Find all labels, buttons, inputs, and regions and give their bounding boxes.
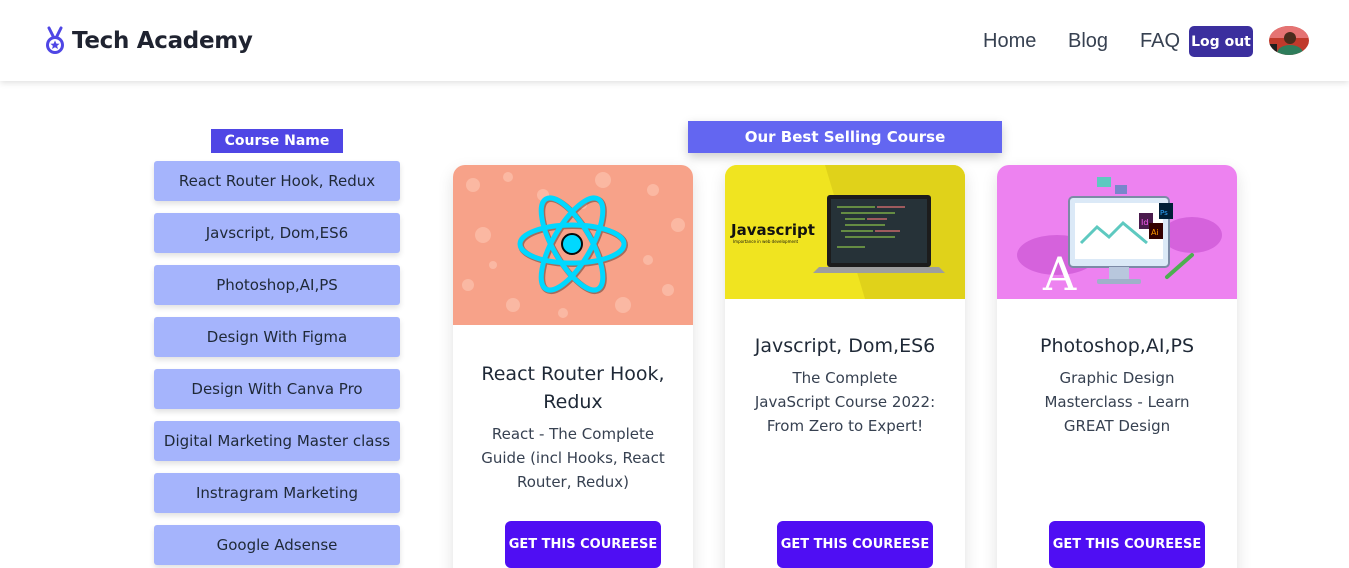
course-thumbnail: Id Ai Ps A [997,165,1237,299]
best-selling-heading: Our Best Selling Course [688,121,1002,153]
course-card: Id Ai Ps A Photoshop,AI,PS Graphic Desig… [997,165,1237,568]
top-navbar: Tech Academy Home Blog FAQ Log out [0,0,1349,81]
thumbnail-sublabel: Importance in web development [733,239,799,244]
nav-blog[interactable]: Blog [1068,30,1108,53]
react-logo-icon [453,165,693,325]
brand[interactable]: Tech Academy [44,26,253,56]
nav-faq[interactable]: FAQ [1140,30,1180,53]
get-course-button[interactable]: GET THIS COUREESE [777,521,933,568]
course-thumbnail [453,165,693,325]
get-course-button[interactable]: GET THIS COUREESE [1049,521,1205,568]
sidebar-item-instagram[interactable]: Instragram Marketing [154,473,400,513]
course-thumbnail: Javascript Importance in web development [725,165,965,299]
user-avatar-icon [1269,26,1309,55]
course-card: Javascript Importance in web development… [725,165,965,568]
course-title: Javscript, Dom,ES6 [754,335,936,357]
svg-text:Ai: Ai [1151,228,1159,237]
sidebar-item-figma[interactable]: Design With Figma [154,317,400,357]
course-list: React Router Hook, Redux Javscript, Dom,… [154,161,400,568]
sidebar-item-canva[interactable]: Design With Canva Pro [154,369,400,409]
thumbnail-label: Javascript [731,221,815,239]
svg-text:Ps: Ps [1160,209,1168,217]
course-title: React Router Hook, Redux [481,363,665,413]
get-course-button[interactable]: GET THIS COUREESE [505,521,661,568]
course-description: The Complete JavaScript Course 2022: Fro… [754,369,936,435]
svg-text:A: A [1042,247,1077,299]
nav-home[interactable]: Home [983,30,1036,53]
course-title: Photoshop,AI,PS [1039,335,1195,357]
avatar[interactable] [1269,26,1309,55]
svg-text:Id: Id [1141,218,1148,227]
logout-button[interactable]: Log out [1189,26,1253,57]
sidebar-item-javascript[interactable]: Javscript, Dom,ES6 [154,213,400,253]
medal-icon [46,26,64,54]
course-card: React Router Hook, Redux React - The Com… [453,165,693,568]
sidebar-item-photoshop[interactable]: Photoshop,AI,PS [154,265,400,305]
course-description: Graphic Design Masterclass - Learn GREAT… [1044,369,1190,435]
course-description: React - The Complete Guide (incl Hooks, … [481,425,665,491]
sidebar-item-react[interactable]: React Router Hook, Redux [154,161,400,201]
sidebar-item-adsense[interactable]: Google Adsense [154,525,400,565]
sidebar-item-digital-marketing[interactable]: Digital Marketing Master class [154,421,400,461]
graphic-design-icon: Id Ai Ps A [997,165,1237,299]
brand-name: Tech Academy [72,28,253,54]
sidebar-heading: Course Name [211,129,343,153]
